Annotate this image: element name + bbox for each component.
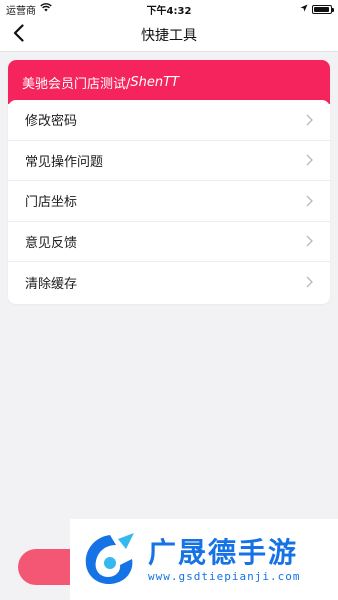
watermark: 广晟德手游 www.gsdtiepianji.com — [70, 519, 338, 600]
menu-item-feedback[interactable]: 意见反馈 — [8, 222, 330, 262]
status-left: 运营商 — [6, 2, 52, 17]
tools-card: 美驰会员门店测试/ShenTT 修改密码 常见操作问题 门店坐标 意见反馈 清除… — [8, 60, 330, 304]
menu-list: 修改密码 常见操作问题 门店坐标 意见反馈 清除缓存 — [8, 100, 330, 303]
menu-item-label: 修改密码 — [25, 114, 78, 130]
chevron-right-icon — [306, 235, 316, 247]
carrier-label: 运营商 — [6, 5, 36, 17]
nav-bar: 快捷工具 — [0, 18, 338, 52]
menu-item-clear-cache[interactable]: 清除缓存 — [8, 262, 330, 303]
watermark-title: 广晟德手游 — [148, 536, 299, 569]
chevron-right-icon — [306, 114, 316, 126]
battery-fill — [314, 6, 330, 12]
status-right — [300, 4, 334, 15]
menu-item-label: 门店坐标 — [25, 195, 78, 211]
menu-item-label: 清除缓存 — [25, 276, 78, 292]
menu-item-change-password[interactable]: 修改密码 — [8, 100, 330, 141]
menu-item-label: 意见反馈 — [25, 235, 78, 251]
store-name-cjk: 美驰会员门店测试/ — [22, 76, 131, 92]
watermark-logo-icon — [80, 531, 138, 589]
wifi-icon — [40, 3, 52, 15]
watermark-url: www.gsdtiepianji.com — [148, 570, 301, 583]
battery-icon — [312, 4, 334, 14]
chevron-right-icon — [306, 276, 316, 288]
back-button[interactable] — [6, 18, 30, 52]
location-icon — [300, 4, 308, 15]
store-name-latin: ShenTT — [130, 74, 180, 90]
chevron-right-icon — [306, 195, 316, 207]
menu-item-store-location[interactable]: 门店坐标 — [8, 181, 330, 222]
watermark-text: 广晟德手游 www.gsdtiepianji.com — [148, 536, 300, 583]
chevron-right-icon — [306, 154, 316, 166]
menu-item-faq[interactable]: 常见操作问题 — [8, 141, 330, 181]
chevron-left-icon — [13, 24, 24, 46]
store-header: 美驰会员门店测试/ShenTT — [8, 60, 330, 104]
menu-item-label: 常见操作问题 — [25, 154, 104, 170]
page-title: 快捷工具 — [141, 27, 197, 44]
status-bar: 运营商 下午4:32 — [0, 0, 338, 18]
